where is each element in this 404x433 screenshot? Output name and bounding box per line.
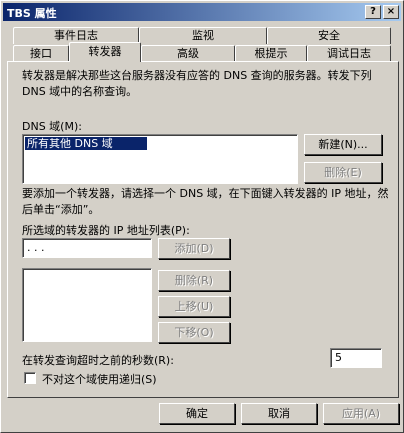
tab-root-hints[interactable]: 根提示 [235,45,307,62]
tab-forwarders[interactable]: 转发器 [69,42,141,62]
title-bar: TBS 属性 ? × [3,3,401,21]
ip-address-value: . . . [27,241,45,254]
tab-debug-log[interactable]: 调试日志 [307,45,391,62]
tab-interfaces[interactable]: 接口 [13,45,69,62]
move-down-button[interactable]: 下移(O) [158,322,230,343]
hint-text: 要添加一个转发器，请选择一个 DNS 域，在下面键入转发器的 IP 地址，然后单… [22,187,389,216]
move-up-button[interactable]: 上移(U) [158,296,230,317]
list-item[interactable]: 所有其他 DNS 域 [25,137,147,150]
window-title: TBS 属性 [7,7,57,20]
apply-button[interactable]: 应用(A) [323,403,399,424]
no-recursion-label: 不对这个域使用递归(S) [42,373,157,386]
ok-button[interactable]: 确定 [159,403,235,424]
new-domain-button[interactable]: 新建(N)... [304,134,382,155]
remove-button[interactable]: 删除(R) [158,270,230,291]
dns-domain-label: DNS 域(M): [22,120,82,133]
cancel-button[interactable]: 取消 [241,403,317,424]
tab-security[interactable]: 安全 [267,27,391,44]
timeout-label: 在转发查询超时之前的秒数(R): [22,354,174,367]
ip-address-list[interactable] [22,268,152,342]
timeout-input[interactable]: 5 [330,348,382,368]
ip-list-label: 所选域的转发器的 IP 地址列表(P): [22,224,190,237]
help-button[interactable]: ? [365,5,381,19]
description-text: 转发器是解决那些这台服务器没有应答的 DNS 查询的服务器。转发下列 DNS 域… [22,69,372,98]
forwarders-panel: 转发器是解决那些这台服务器没有应答的 DNS 查询的服务器。转发下列 DNS 域… [7,61,399,398]
ip-address-input[interactable]: . . . [22,238,152,258]
no-recursion-checkbox[interactable] [24,372,36,384]
properties-dialog: TBS 属性 ? × 事件日志 监视 安全 接口 转发器 高级 根提示 调试日志… [0,0,404,433]
tab-advanced[interactable]: 高级 [141,45,235,62]
timeout-value: 5 [335,351,342,364]
dns-domain-list[interactable]: 所有其他 DNS 域 [22,134,298,184]
tab-monitoring[interactable]: 监视 [139,27,267,44]
add-button[interactable]: 添加(D) [158,238,230,259]
close-button[interactable]: × [383,5,399,19]
delete-domain-button[interactable]: 删除(E) [304,162,382,183]
